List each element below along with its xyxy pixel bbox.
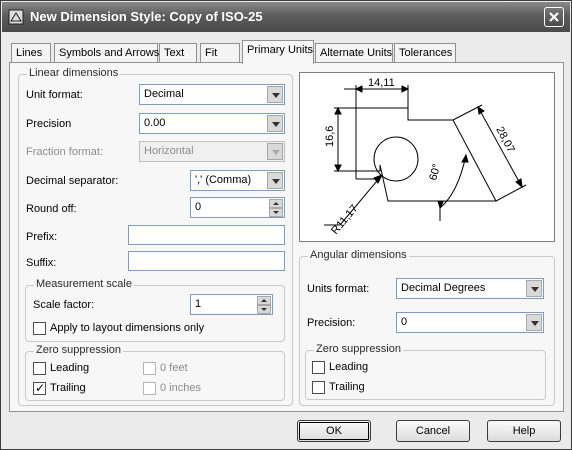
dim-right-text: 28,07: [493, 125, 517, 155]
decimal-separator-label: Decimal separator:: [26, 175, 119, 187]
linear-dimensions-title: Linear dimensions: [27, 67, 121, 79]
spin-down-icon[interactable]: [257, 305, 271, 314]
angular-dimensions-title: Angular dimensions: [308, 249, 409, 261]
prefix-input[interactable]: [128, 225, 285, 245]
zero-feet-label: 0 feet: [160, 362, 188, 374]
window-title: New Dimension Style: Copy of ISO-25: [30, 9, 263, 24]
trailing-angular-checkbox[interactable]: [312, 381, 325, 394]
leading-linear-checkbox[interactable]: [33, 362, 46, 375]
leading-linear-label: Leading: [50, 362, 90, 374]
zero-inches-label: 0 inches: [160, 382, 201, 394]
trailing-linear-checkbox[interactable]: [33, 381, 46, 395]
tab-alternate-units[interactable]: Alternate Units: [315, 43, 393, 63]
dimension-preview: 14,11 16,6 28,07 60° R11,17: [299, 72, 555, 242]
apply-layout-checkbox[interactable]: [33, 322, 46, 335]
zero-suppression-angular-title: Zero suppression: [314, 343, 403, 355]
chevron-down-icon[interactable]: [267, 115, 283, 132]
decimal-separator-select[interactable]: ',' (Comma): [190, 170, 285, 191]
dim-radius-text: R11,17: [329, 203, 360, 237]
spin-up-icon[interactable]: [269, 199, 283, 208]
spin-up-icon[interactable]: [257, 296, 271, 305]
leading-angular-label: Leading: [329, 361, 369, 373]
measurement-scale-title: Measurement scale: [34, 278, 134, 290]
dim-top-text: 14,11: [368, 77, 395, 89]
dim-left-text: 16,6: [324, 126, 336, 147]
tab-primary-units[interactable]: Primary Units: [242, 40, 314, 64]
zero-inches-checkbox: [143, 382, 156, 395]
app-icon: [8, 9, 24, 25]
unit-format-label: Unit format:: [26, 89, 83, 101]
scale-factor-spinner[interactable]: 1: [190, 294, 273, 315]
fraction-format-select: Horizontal: [139, 141, 285, 162]
chevron-down-icon[interactable]: [526, 314, 542, 331]
chevron-down-icon[interactable]: [526, 280, 542, 297]
tab-symbols-arrows[interactable]: Symbols and Arrows: [54, 43, 159, 63]
prefix-label: Prefix:: [26, 231, 58, 243]
suffix-input[interactable]: [128, 251, 285, 271]
angular-units-select[interactable]: Decimal Degrees: [396, 278, 544, 299]
precision-label: Precision: [26, 118, 72, 130]
spin-down-icon[interactable]: [269, 208, 283, 217]
unit-format-select[interactable]: Decimal: [139, 84, 285, 105]
round-off-spinner[interactable]: 0: [190, 197, 285, 218]
chevron-down-icon[interactable]: [267, 172, 283, 189]
chevron-down-icon: [267, 143, 283, 160]
help-button[interactable]: Help: [487, 420, 561, 442]
leading-angular-checkbox[interactable]: [312, 361, 325, 374]
apply-layout-label: Apply to layout dimensions only: [50, 322, 205, 334]
dialog-window: New Dimension Style: Copy of ISO-25 Line…: [0, 0, 572, 450]
tab-fit[interactable]: Fit: [200, 43, 240, 63]
precision-select[interactable]: 0.00: [139, 113, 285, 134]
dim-angle-text: 60°: [427, 163, 443, 182]
zero-suppression-linear-title: Zero suppression: [34, 344, 123, 356]
cancel-button[interactable]: Cancel: [396, 420, 470, 442]
trailing-linear-label: Trailing: [50, 382, 86, 394]
tab-lines[interactable]: Lines: [11, 43, 51, 63]
trailing-angular-label: Trailing: [329, 381, 365, 393]
preview-drawing: 14,11 16,6 28,07 60° R11,17: [324, 77, 527, 237]
zero-feet-checkbox: [143, 362, 156, 375]
tab-text[interactable]: Text: [159, 43, 197, 63]
angular-units-label: Units format:: [307, 283, 370, 295]
ok-button[interactable]: OK: [297, 420, 371, 442]
angular-precision-select[interactable]: 0: [396, 312, 544, 333]
fraction-format-label: Fraction format:: [26, 146, 104, 158]
title-bar[interactable]: New Dimension Style: Copy of ISO-25: [2, 2, 570, 32]
chevron-down-icon[interactable]: [267, 86, 283, 103]
scale-factor-label: Scale factor:: [33, 299, 95, 311]
angular-precision-label: Precision:: [307, 317, 356, 329]
close-button[interactable]: [544, 7, 564, 27]
round-off-label: Round off:: [26, 203, 77, 215]
suffix-label: Suffix:: [26, 257, 57, 269]
tab-tolerances[interactable]: Tolerances: [394, 43, 456, 63]
close-icon: [549, 12, 559, 22]
